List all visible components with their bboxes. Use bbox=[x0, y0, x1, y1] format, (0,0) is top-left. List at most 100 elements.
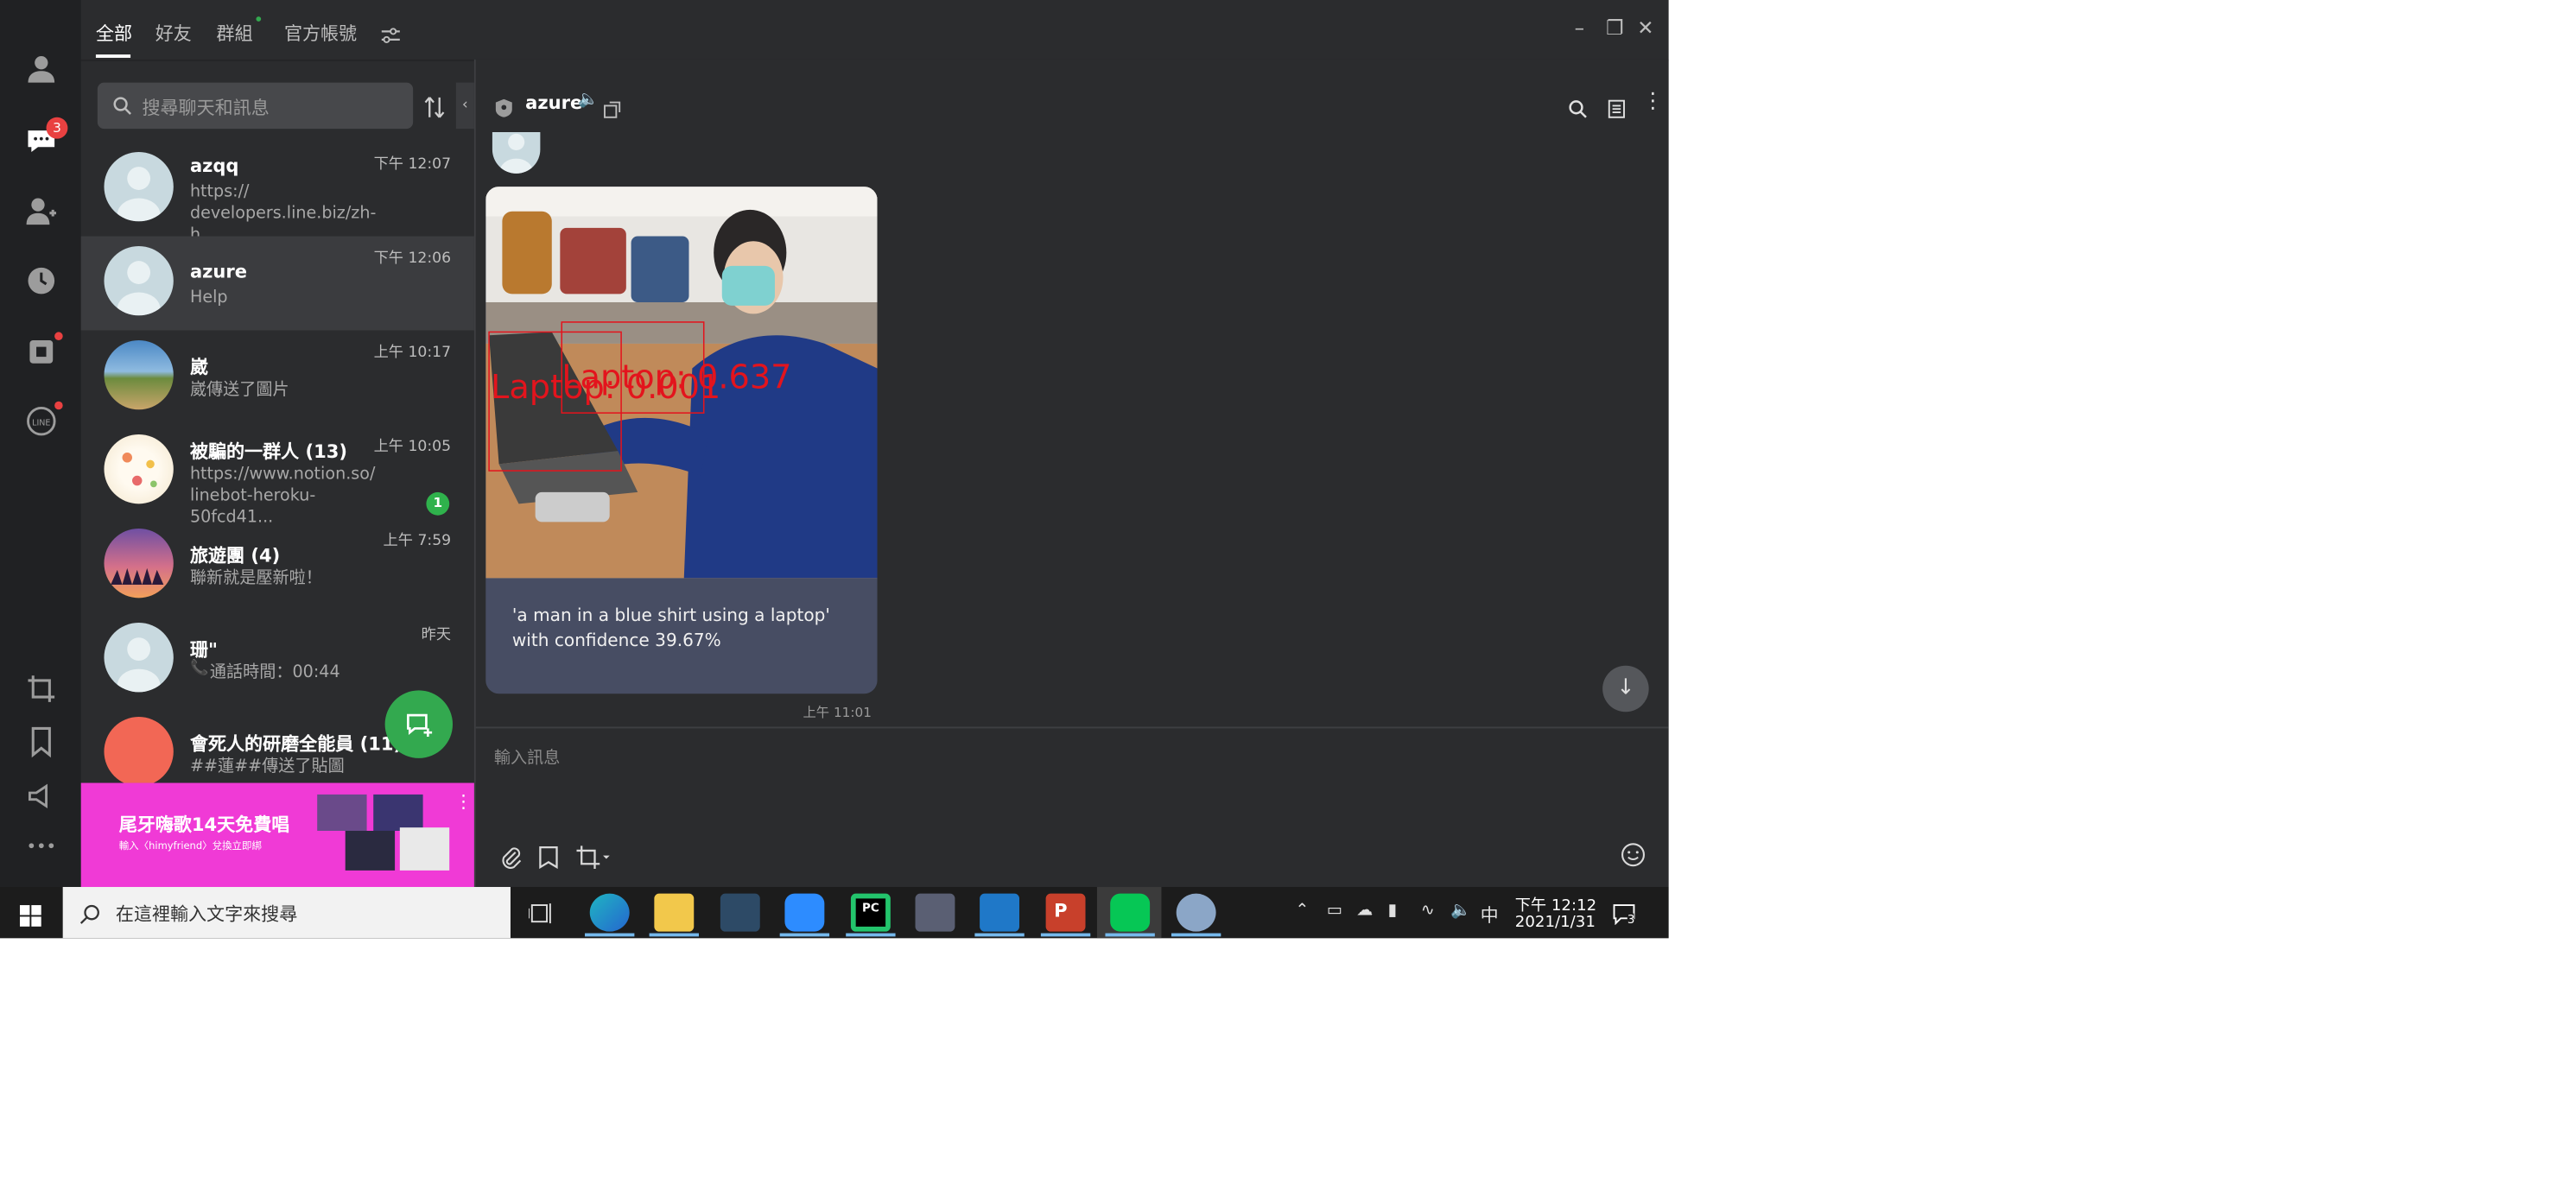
tab-friends[interactable]: 好友 bbox=[155, 20, 192, 47]
zoom-running-indicator bbox=[779, 933, 830, 937]
screenshot-crop-icon[interactable] bbox=[20, 668, 63, 711]
chat-time: 上午 10:17 bbox=[373, 345, 452, 362]
volume-icon[interactable]: 🔈 bbox=[1450, 902, 1471, 920]
crop-screenshot-icon[interactable] bbox=[576, 844, 612, 875]
openchat-icon[interactable] bbox=[20, 331, 63, 374]
file-explorer-icon[interactable] bbox=[654, 893, 695, 932]
chat-name: azure bbox=[189, 261, 248, 283]
unread-badge: 1 bbox=[426, 491, 450, 516]
snipping-tool-icon[interactable] bbox=[915, 893, 955, 932]
chat-preview: 崴傳送了圖片 bbox=[189, 381, 289, 400]
sort-icon[interactable] bbox=[424, 94, 445, 125]
line-running-indicator bbox=[1105, 933, 1155, 937]
chat-time: 下午 12:06 bbox=[373, 250, 452, 268]
line-service-icon[interactable]: LINE bbox=[20, 400, 63, 443]
onedrive-cloud-icon[interactable]: ☁ bbox=[1356, 902, 1373, 920]
speaker-icon[interactable]: 🔈 bbox=[578, 91, 599, 109]
tab-official[interactable]: 官方帳號 bbox=[284, 20, 357, 47]
virtualbox-running-indicator bbox=[974, 933, 1025, 937]
message-input[interactable]: 輸入訊息 bbox=[494, 744, 561, 768]
chat-name: 旅遊團 (4) bbox=[189, 545, 281, 567]
announcement-speaker-icon[interactable] bbox=[20, 775, 63, 818]
paint-icon[interactable] bbox=[1176, 893, 1216, 932]
notes-icon[interactable] bbox=[1608, 94, 1626, 125]
ad-subtitle: 輸入〈himyfriend〉兌換立即綁 bbox=[118, 840, 262, 852]
avatar bbox=[104, 717, 174, 783]
input-divider bbox=[475, 726, 1669, 729]
tab-all[interactable]: 全部 bbox=[96, 20, 132, 47]
edge-running-indicator bbox=[585, 933, 635, 937]
chat-time: 昨天 bbox=[421, 627, 452, 644]
chat-name: 崴 bbox=[189, 357, 208, 378]
taskbar-search-icon bbox=[79, 900, 101, 931]
clock-icon[interactable] bbox=[20, 259, 63, 302]
chat-unread-badge: 3 bbox=[46, 117, 68, 139]
chat-preview: 通話時間：00:44 bbox=[209, 663, 340, 682]
detection-photo[interactable]: Laptop: 0.637 Laptop: 0.001 bbox=[485, 187, 878, 579]
taskbar-time[interactable]: 下午 12:12 bbox=[1515, 892, 1596, 915]
chat-time: 上午 10:05 bbox=[373, 439, 452, 456]
openchat-dot bbox=[54, 332, 63, 340]
chat-row-azqq[interactable]: azqq https:// developers.line.biz/zh-h..… bbox=[81, 142, 474, 244]
virtualbox-icon[interactable] bbox=[980, 893, 1020, 932]
line-app-icon[interactable] bbox=[1110, 893, 1151, 932]
chat-preview: 聯新就是壓新啦！ bbox=[189, 569, 322, 588]
tray-chevron-up-icon[interactable]: ⌃ bbox=[1295, 902, 1309, 920]
wifi-icon[interactable]: ∿ bbox=[1421, 902, 1435, 920]
tray-device-icon[interactable]: ▭ bbox=[1327, 902, 1342, 920]
phone-icon: 📞 bbox=[189, 661, 209, 678]
tab-groups[interactable]: 群組 bbox=[217, 20, 253, 47]
line-service-dot bbox=[54, 401, 63, 410]
restore-icon[interactable]: ❐ bbox=[1606, 16, 1624, 40]
avatar bbox=[104, 339, 174, 410]
add-friend-icon[interactable] bbox=[20, 190, 63, 233]
task-view-icon[interactable] bbox=[528, 900, 554, 931]
chat-title: azure bbox=[525, 92, 583, 114]
ad-more-icon[interactable]: ⋮ bbox=[454, 791, 473, 813]
ad-thumb bbox=[399, 827, 450, 871]
ad-title: 尾牙嗨歌14天免費唱 bbox=[118, 814, 290, 836]
zoom-icon[interactable] bbox=[784, 893, 825, 932]
chat-search-icon[interactable] bbox=[1568, 94, 1588, 125]
caption-text: 'a man in a blue shirt using a laptop' w… bbox=[511, 605, 830, 651]
collapse-panel-button[interactable]: ‹ bbox=[455, 82, 474, 130]
chat-row-travel[interactable]: 旅遊團 (4) 聯新就是壓新啦！ 上午 7:59 bbox=[81, 519, 474, 613]
powerpoint-icon[interactable]: P bbox=[1045, 893, 1086, 932]
keep-bookmark-icon[interactable] bbox=[20, 720, 63, 763]
chat-row-group-13[interactable]: 被騙的一群人 (13) https://www.notion.so/ lineb… bbox=[81, 425, 474, 527]
ad-thumb bbox=[345, 830, 396, 871]
chat-name: 會死人的研磨全能員 (11) bbox=[189, 733, 403, 756]
ime-indicator[interactable]: 中 bbox=[1481, 902, 1499, 928]
search-input[interactable]: 搜尋聊天和訊息 bbox=[97, 82, 414, 130]
sql-tool-icon[interactable] bbox=[720, 893, 760, 932]
attach-icon[interactable] bbox=[499, 844, 523, 875]
ad-banner[interactable]: 尾牙嗨歌14天免費唱 輸入〈himyfriend〉兌換立即綁 ⋮ bbox=[80, 782, 474, 888]
image-message-bubble[interactable]: Laptop: 0.637 Laptop: 0.001 'a man in a … bbox=[485, 187, 878, 694]
open-window-icon[interactable] bbox=[603, 94, 621, 125]
scroll-down-button[interactable]: ↓ bbox=[1602, 665, 1649, 712]
new-chat-button[interactable] bbox=[384, 690, 454, 758]
windows-start-icon[interactable] bbox=[19, 902, 41, 933]
edge-icon[interactable] bbox=[589, 893, 630, 932]
chat-bubble-icon[interactable]: 3 bbox=[20, 117, 68, 162]
explorer-running-indicator bbox=[649, 933, 699, 937]
shield-icon bbox=[495, 92, 512, 124]
chat-row-azure[interactable]: azure Help 下午 12:06 bbox=[80, 236, 474, 331]
more-vertical-icon[interactable]: ⋮ bbox=[1642, 89, 1664, 114]
taskbar-date[interactable]: 2021/1/31 bbox=[1515, 914, 1596, 932]
detection-label: Laptop: 0.001 bbox=[491, 368, 720, 407]
emoji-icon[interactable] bbox=[1621, 842, 1646, 873]
taskbar-search-input[interactable]: 在這裡輸入文字來搜尋 bbox=[62, 887, 511, 939]
filter-sliders-icon[interactable] bbox=[380, 22, 402, 53]
ad-thumb bbox=[317, 794, 367, 831]
close-icon[interactable]: ✕ bbox=[1637, 16, 1653, 40]
keep-icon[interactable] bbox=[538, 844, 558, 875]
friends-profile-icon[interactable] bbox=[20, 48, 63, 91]
more-horizontal-icon[interactable] bbox=[20, 824, 63, 867]
chat-row-wei[interactable]: 崴 崴傳送了圖片 上午 10:17 bbox=[81, 331, 474, 425]
powerpoint-running-indicator bbox=[1040, 933, 1091, 937]
pycharm-icon[interactable]: PC bbox=[850, 893, 891, 932]
chat-name: azqq bbox=[189, 155, 239, 177]
minimize-icon[interactable]: – bbox=[1575, 16, 1584, 40]
battery-icon[interactable]: ▮ bbox=[1388, 902, 1398, 920]
